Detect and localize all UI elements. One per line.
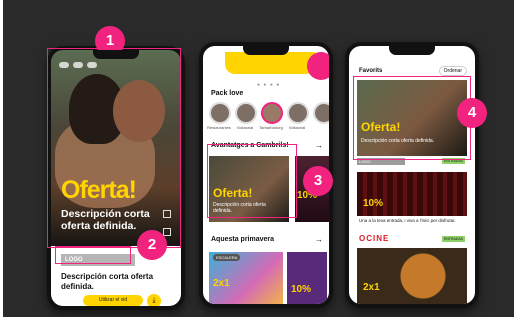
callout-badge-4: 4 [457,98,487,128]
brand-name: OCINE [359,234,390,243]
avatar-label: Voltaorial [236,125,254,130]
food-card-title: 2x1 [363,282,380,293]
spring-badge: ESCALERA [213,254,241,261]
callout-outline-4 [353,76,471,160]
pack-avatar[interactable] [313,102,329,124]
pack-avatar-labels: Restaurantes Voltaorial Tarbarbadorg Vol… [207,125,309,130]
pack-avatar[interactable] [235,102,257,124]
spring-card-partial[interactable]: 10% [287,252,327,304]
avatar-label: Tarbarbadorg [259,125,283,130]
use-offer-button[interactable]: Utilizar el vid [83,295,143,306]
callout-outline-3 [207,144,297,218]
section-title-pack: Pack love [211,90,244,97]
callout-outline-2 [55,246,131,264]
header-accent [307,52,329,80]
arrow-right-icon[interactable]: → [315,141,323,150]
pack-avatar[interactable] [209,102,231,124]
discount-value: 10% [363,198,384,209]
pack-avatars [209,102,329,124]
download-icon[interactable]: ⤓ [147,294,161,306]
body-description: Descripción corta oferta definida. [61,272,154,291]
page-title: Favorits [359,68,383,74]
callout-outline-1 [47,48,181,248]
presentation-stage: Oferta! Descripción corta oferta definid… [3,0,514,317]
order-dropdown[interactable]: Ordenar [438,66,467,76]
category-tag: ENTRADAS [441,236,465,242]
pack-avatar[interactable] [287,102,309,124]
avatar-label: Restaurantes [207,125,231,130]
callout-badge-2: 2 [137,230,167,260]
spring-card-title: 2x1 [213,278,230,289]
callout-badge-3: 3 [303,166,333,196]
header-banner [225,52,315,74]
pack-avatar-selected[interactable] [261,102,283,124]
favorite-card-food[interactable]: 2x1 [357,248,467,304]
section-title-spring: Aquesta primavera [211,236,275,243]
carousel-dots: ● ● ● ● [257,82,281,88]
spring-partial-title: 10% [291,284,312,295]
arrow-right-icon[interactable]: → [315,235,323,244]
favorite-card-cinema[interactable]: 10% [357,172,467,216]
favorite-card-text: Una a la teva entrada, i viva a l'inici … [359,218,456,223]
avatar-label: Voltaorial [288,125,306,130]
